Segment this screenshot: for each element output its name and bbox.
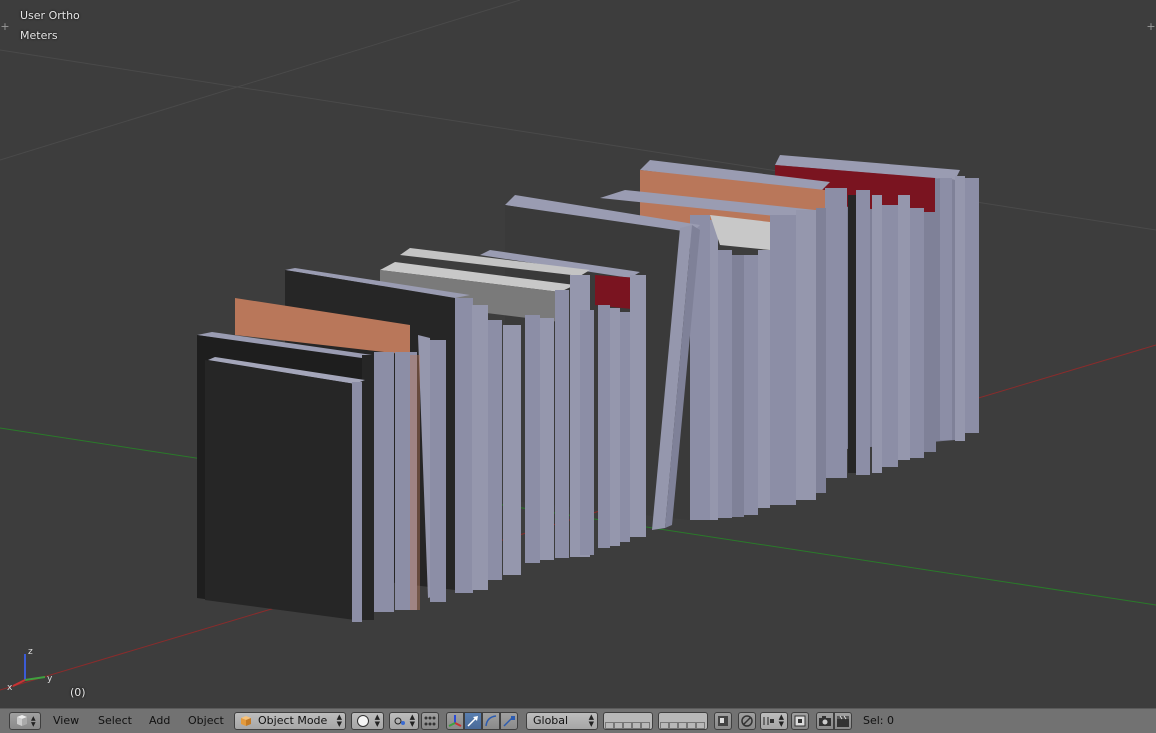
updown-arrows-icon: ▲ ▼ [778,713,784,728]
viewport-header: ▲ ▼ View Select Add Object Object Mode ▲… [0,708,1156,733]
cube-icon: ▲ ▼ [17,715,36,728]
scale-icon [503,716,515,727]
mode-dropdown[interactable]: Object Mode ▲ ▼ [234,712,346,730]
frame-number: (0) [70,686,86,699]
snap-element-dropdown[interactable]: ▲ ▼ [760,712,788,730]
menu-object[interactable]: Object [188,714,224,727]
menu-select[interactable]: Select [98,714,132,727]
editor-type-selector[interactable]: ▲ ▼ [9,712,41,730]
opengl-render-animation-button[interactable] [834,712,852,730]
centers-dots-icon [424,716,436,726]
object-mode-icon [241,716,251,726]
updown-arrows-icon: ▲ ▼ [588,713,594,728]
snap-toggle-button[interactable] [791,712,809,730]
orientation-label: Global [533,714,569,727]
opengl-render-image-button[interactable] [816,712,834,730]
books-front-left [197,268,488,622]
gizmo-y-label: y [47,674,53,684]
updown-arrows-icon: ▲ ▼ [374,713,380,728]
transform-orientation-dropdown[interactable]: Global ▲ ▼ [526,712,598,730]
proportional-edit-icon [741,715,753,727]
layers-grid-2[interactable] [658,712,708,730]
snap-magnet-icon [794,715,806,727]
proportional-editing-button[interactable] [738,712,756,730]
clapperboard-icon [837,715,849,727]
units-label: Meters [20,29,58,42]
svg-text:▼: ▼ [31,721,36,728]
pivot-point-dropdown[interactable]: ▲ ▼ [389,712,419,730]
pivot-icon [394,717,405,725]
gizmo-x-label: x [7,683,13,693]
solid-shading-icon [357,715,369,727]
mode-label: Object Mode [258,714,328,727]
translate-arrow-icon [467,716,478,727]
manipulator-toggle-button[interactable] [446,712,464,730]
updown-arrows-icon: ▲ ▼ [336,713,342,728]
snap-increment-icon [763,717,774,725]
axis-gizmo: z y x [7,647,53,693]
rotate-arc-icon [485,715,497,727]
translate-manipulator-button[interactable] [464,712,482,730]
camera-icon [819,716,831,726]
grid-line [0,49,1156,231]
3d-viewport[interactable]: z y x User Ortho Meters (0) + + [0,0,1156,708]
lock-layers-button[interactable] [714,712,732,730]
viewport-shading-dropdown[interactable]: ▲ ▼ [351,712,384,730]
view-name: User Ortho [20,9,80,22]
menu-add[interactable]: Add [149,714,170,727]
grid-line [0,0,521,161]
layer-lock-icon [718,716,728,726]
selection-count: Sel: 0 [863,714,895,727]
updown-arrows-icon: ▲ ▼ [409,713,415,728]
menu-view[interactable]: View [53,714,79,727]
gizmo-z-label: z [28,647,33,657]
manipulate-centers-button[interactable] [421,712,439,730]
scale-manipulator-button[interactable] [500,712,518,730]
region-split-handle-left[interactable]: + [0,20,10,34]
region-split-handle-right[interactable]: + [1146,20,1156,34]
rotate-manipulator-button[interactable] [482,712,500,730]
manipulator-icon [448,715,462,727]
layers-grid-1[interactable] [603,712,653,730]
scene-canvas[interactable]: z y x [0,0,1156,708]
